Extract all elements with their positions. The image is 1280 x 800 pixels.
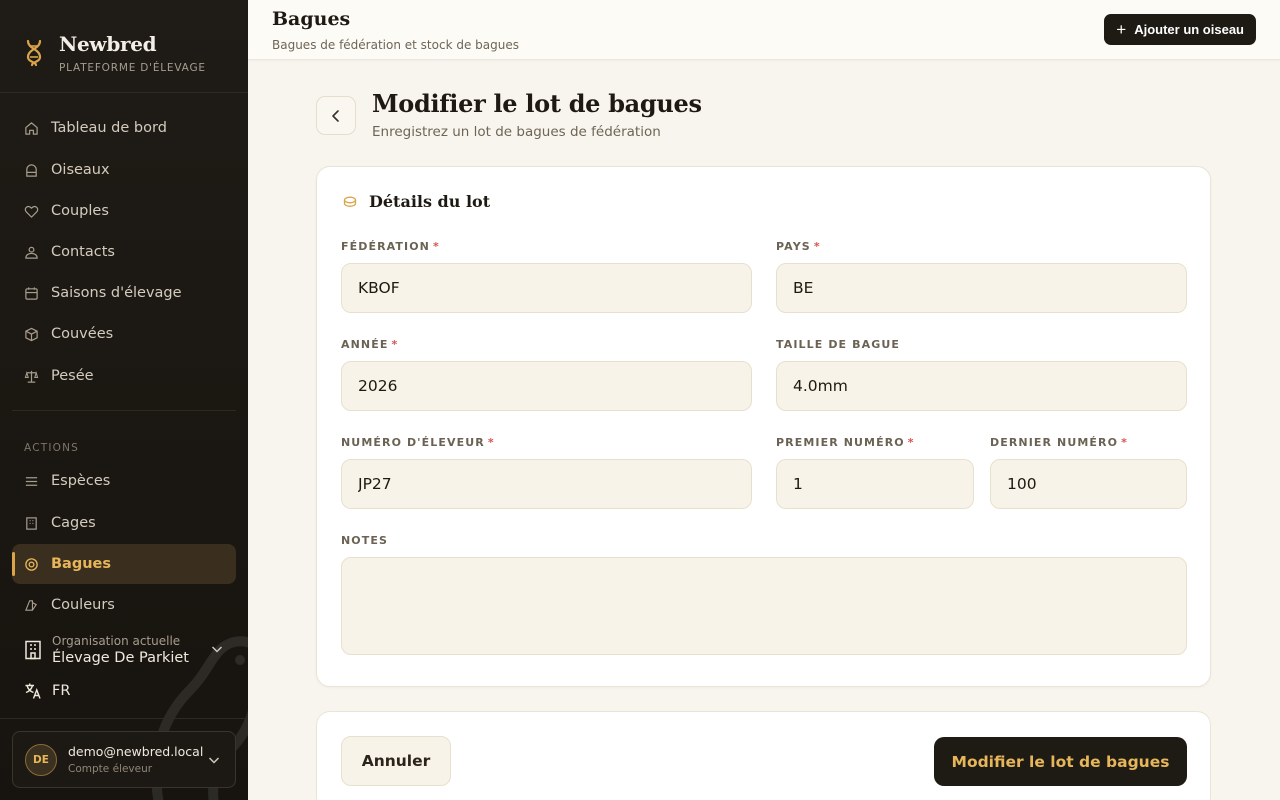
chevron-left-icon	[332, 109, 339, 122]
cancel-button[interactable]: Annuler	[341, 736, 451, 786]
card-title: Détails du lot	[369, 192, 491, 211]
sidebar-item-label: Pesée	[51, 368, 94, 384]
sidebar-item-birds[interactable]: Oiseaux	[12, 150, 236, 190]
sidebar-item-species[interactable]: Espèces	[12, 461, 236, 501]
list-icon	[24, 474, 39, 489]
header-title: Bagues	[272, 8, 351, 30]
ring-size-input[interactable]	[776, 361, 1187, 411]
last-number-label: DERNIER NUMÉRO *	[990, 436, 1128, 449]
last-number-input[interactable]	[990, 459, 1187, 509]
brand[interactable]: Newbred PLATEFORME D'ÉLEVAGE	[0, 0, 248, 93]
first-number-label: PREMIER NUMÉRO *	[776, 436, 915, 449]
ring-icon	[24, 557, 39, 572]
sidebar-item-couples[interactable]: Couples	[12, 191, 236, 231]
sidebar-item-clutches[interactable]: Couvées	[12, 314, 236, 354]
top-header: Bagues Bagues de fédération et stock de …	[248, 0, 1280, 60]
first-number-input[interactable]	[776, 459, 974, 509]
notes-textarea[interactable]	[341, 557, 1187, 655]
notes-label: NOTES	[341, 534, 388, 547]
palette-icon	[24, 598, 39, 613]
breeder-number-label: NUMÉRO D'ÉLEVEUR *	[341, 436, 495, 449]
home-icon	[24, 121, 39, 136]
calendar-icon	[24, 286, 39, 301]
sidebar-item-cages[interactable]: Cages	[12, 503, 236, 543]
organization-switcher[interactable]: Organisation actuelle Élevage De Parkiet	[24, 630, 224, 670]
header-subtitle: Bagues de fédération et stock de bagues	[272, 38, 519, 52]
submit-button[interactable]: Modifier le lot de bagues	[934, 737, 1187, 786]
sidebar: Newbred PLATEFORME D'ÉLEVAGE Tableau de …	[0, 0, 248, 800]
batch-details-card: Détails du lot FÉDÉRATION* PAYS* ANNÉE* …	[316, 166, 1211, 687]
country-label: PAYS *	[776, 240, 821, 253]
plus-icon: +	[1116, 20, 1127, 39]
building-icon	[25, 640, 41, 660]
user-role: Compte éleveur	[68, 763, 153, 775]
ring-size-label: TAILLE DE BAGUE	[776, 338, 900, 351]
sidebar-item-colors[interactable]: Couleurs	[12, 585, 236, 625]
org-name: Élevage De Parkiet	[52, 650, 189, 666]
section-label-actions: ACTIONS	[24, 442, 80, 454]
sidebar-item-label: Bagues	[51, 556, 112, 572]
scale-icon	[24, 369, 39, 384]
org-label: Organisation actuelle	[52, 634, 181, 648]
language-label: FR	[52, 683, 71, 699]
year-input[interactable]	[341, 361, 752, 411]
sidebar-item-dashboard[interactable]: Tableau de bord	[12, 108, 236, 148]
user-menu[interactable]: DE demo@newbred.local Compte éleveur	[12, 731, 236, 788]
federation-input[interactable]	[341, 263, 752, 313]
sidebar-item-label: Couvées	[51, 326, 114, 342]
add-bird-label: Ajouter un oiseau	[1134, 22, 1244, 37]
sidebar-item-label: Couleurs	[51, 597, 115, 613]
page-title: Modifier le lot de bagues	[372, 89, 702, 118]
sidebar-item-contacts[interactable]: Contacts	[12, 232, 236, 272]
building-icon	[24, 516, 39, 531]
box-icon	[24, 327, 39, 342]
user-divider	[0, 718, 248, 719]
sidebar-item-label: Espèces	[51, 473, 111, 489]
rings-stack-icon	[343, 196, 357, 207]
avatar: DE	[25, 743, 57, 776]
year-label: ANNÉE *	[341, 338, 399, 351]
breeder-number-input[interactable]	[341, 459, 752, 509]
sidebar-item-label: Contacts	[51, 244, 115, 260]
sidebar-item-label: Couples	[51, 203, 109, 219]
form-actions-card: Annuler Modifier le lot de bagues	[316, 711, 1211, 800]
country-input[interactable]	[776, 263, 1187, 313]
brand-subtitle: PLATEFORME D'ÉLEVAGE	[59, 62, 206, 74]
chevron-down-icon	[211, 646, 223, 653]
contacts-icon	[24, 245, 39, 260]
sidebar-item-label: Saisons d'élevage	[51, 285, 182, 301]
sidebar-item-rings[interactable]: Bagues	[12, 544, 236, 584]
federation-label: FÉDÉRATION *	[341, 240, 440, 253]
dna-logo-icon	[26, 39, 42, 67]
sidebar-item-label: Cages	[51, 515, 96, 531]
language-switcher[interactable]: FR	[24, 682, 70, 700]
add-bird-button[interactable]: + Ajouter un oiseau	[1104, 14, 1256, 45]
user-email: demo@newbred.local	[68, 744, 204, 759]
sidebar-item-label: Tableau de bord	[51, 120, 167, 136]
sidebar-item-seasons[interactable]: Saisons d'élevage	[12, 273, 236, 313]
back-button[interactable]	[316, 96, 356, 135]
heart-icon	[24, 204, 39, 219]
sidebar-item-label: Oiseaux	[51, 162, 110, 178]
cage-icon	[24, 163, 39, 178]
nav-divider	[12, 410, 236, 411]
chevron-down-icon	[208, 757, 220, 764]
sidebar-item-weighing[interactable]: Pesée	[12, 356, 236, 396]
page-subtitle: Enregistrez un lot de bagues de fédérati…	[372, 124, 661, 140]
brand-name: Newbred	[59, 32, 157, 56]
translate-icon	[25, 683, 41, 699]
